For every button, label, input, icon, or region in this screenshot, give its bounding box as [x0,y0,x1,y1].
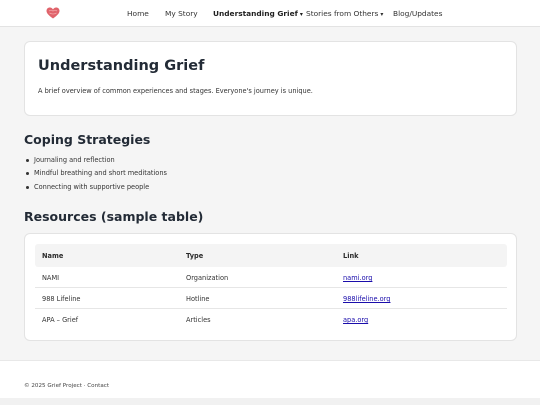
table-row: 988 Lifeline Hotline 988lifeline.org [35,288,507,309]
column-header-type: Type [186,252,204,260]
top-navigation-bar: Home My Story Understanding Grief ▾ Stori… [0,0,540,27]
nav-home[interactable]: Home [127,9,149,18]
chevron-down-icon: ▾ [380,11,384,18]
resource-link[interactable]: nami.org [343,274,372,282]
intro-card: Understanding Grief A brief overview of … [24,41,517,116]
column-header-name: Name [42,252,64,260]
contact-link[interactable]: Contact [87,383,109,389]
table-row: APA – Grief Articles apa.org [35,309,507,330]
nav-blog-updates[interactable]: Blog/Updates [393,9,442,18]
resources-heading: Resources (sample table) [24,209,204,224]
nav-stories-from-others-label: Stories from Others [306,9,379,18]
cell-type: Organization [186,274,229,282]
intro-text: A brief overview of common experiences a… [38,87,313,95]
cell-name: 988 Lifeline [42,295,81,303]
resources-table: Name Type Link NAMI Organization nami.or… [24,233,517,341]
nav-stories-from-others[interactable]: Stories from Others ▾ [306,9,383,18]
resource-link[interactable]: 988lifeline.org [343,295,390,303]
copyright-text: © 2025 Grief Project · [24,383,88,389]
cell-type: Hotline [186,295,210,303]
list-item: Mindful breathing and short meditations [26,169,167,182]
list-item: Connecting with supportive people [26,183,167,196]
footer: © 2025 Grief Project · Contact [0,360,540,398]
heart-icon[interactable] [46,7,60,19]
column-header-link: Link [343,252,359,260]
coping-list: Journaling and reflection Mindful breath… [26,156,167,196]
table-row: NAMI Organization nami.org [35,267,507,288]
list-item: Journaling and reflection [26,156,167,169]
resource-link[interactable]: apa.org [343,316,368,324]
page-title: Understanding Grief [38,58,205,74]
nav-understanding-grief[interactable]: Understanding Grief ▾ [213,9,303,18]
table-header: Name Type Link [35,244,507,267]
footer-text: © 2025 Grief Project · Contact [24,383,109,389]
cell-type: Articles [186,316,211,324]
page-bottom-edge [0,398,540,405]
nav-understanding-grief-label: Understanding Grief [213,9,298,18]
chevron-down-icon: ▾ [299,11,303,18]
coping-heading: Coping Strategies [24,132,151,147]
cell-name: NAMI [42,274,60,282]
nav-my-story[interactable]: My Story [165,9,198,18]
cell-name: APA – Grief [42,316,79,324]
